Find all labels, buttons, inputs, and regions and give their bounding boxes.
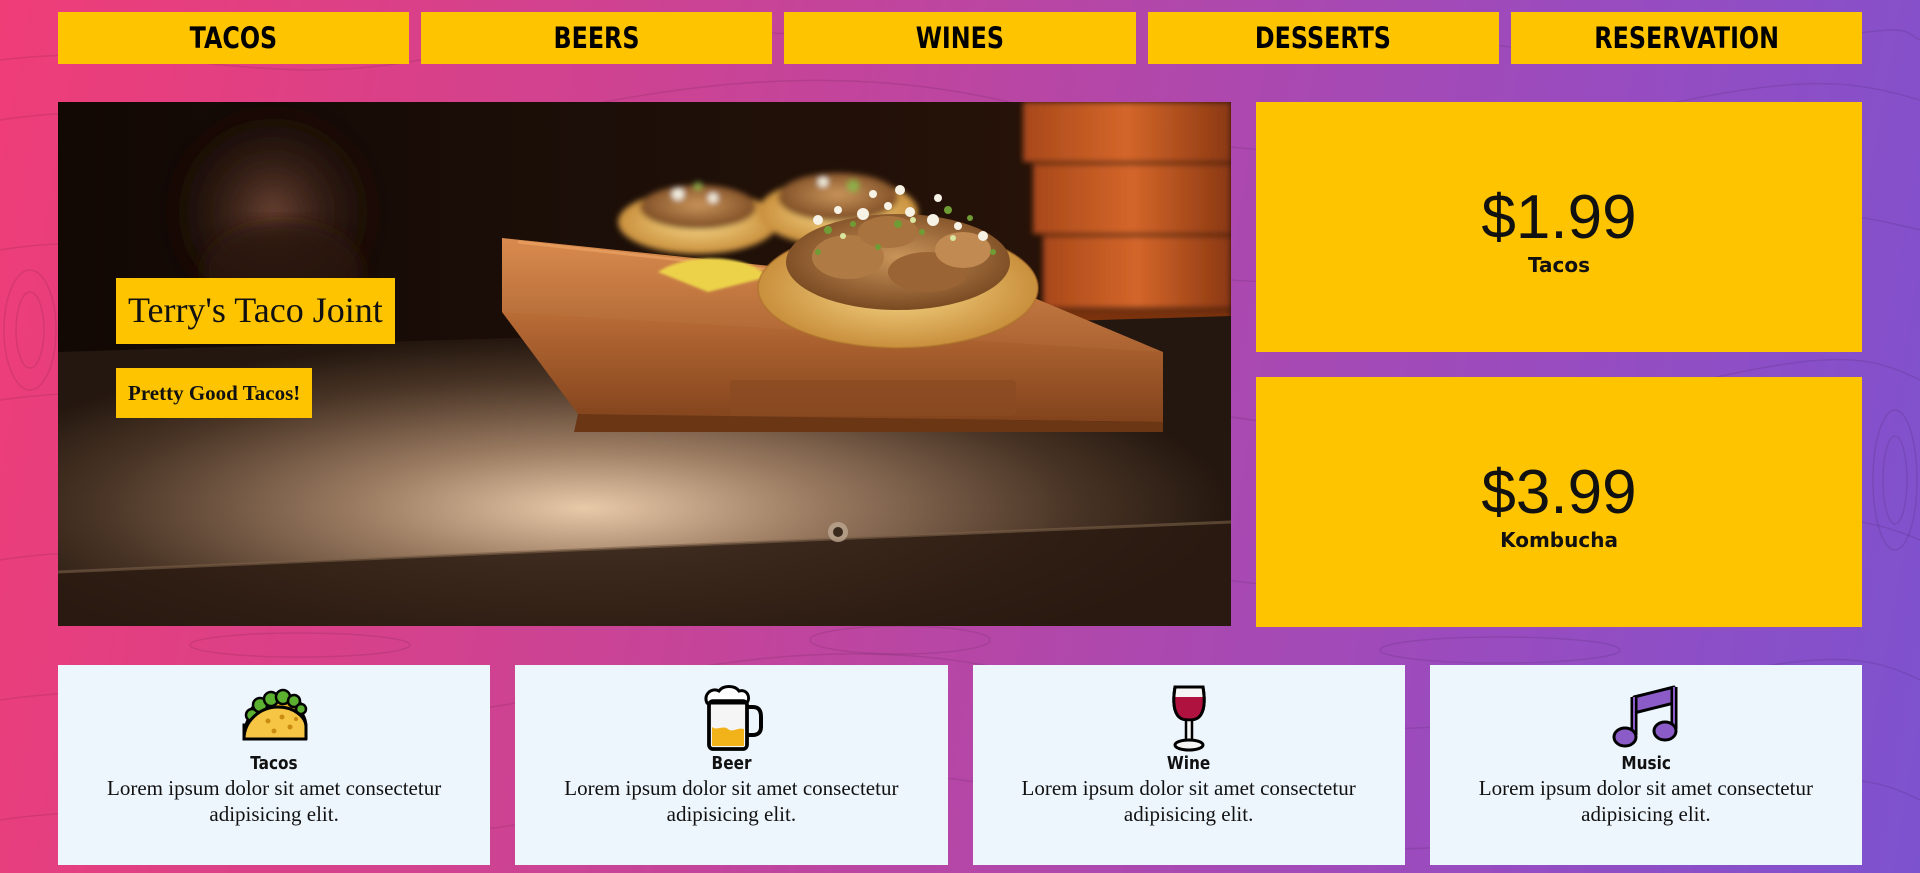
price-card-kombucha: $3.99 Kombucha	[1256, 377, 1862, 627]
hero-photo	[58, 102, 1231, 626]
nav-item-reservation[interactable]: RESERVATION	[1510, 12, 1863, 64]
nav-item-beers[interactable]: BEERS	[421, 12, 773, 64]
nav-item-tacos[interactable]: TACOS	[58, 12, 410, 64]
hero-subtitle: Pretty Good Tacos!	[116, 368, 313, 418]
feature-title: Tacos	[250, 753, 298, 774]
nav-item-wines[interactable]: WINES	[784, 12, 1136, 64]
feature-title: Beer	[711, 753, 752, 774]
hero-title: Terry's Taco Joint	[116, 278, 395, 344]
price-card-tacos: $1.99 Tacos	[1256, 102, 1862, 352]
feature-description: Lorem ipsum dolor sit amet consectetur a…	[107, 776, 442, 826]
price-value: $1.99	[1481, 183, 1637, 252]
price-label: Tacos	[1527, 253, 1591, 277]
feature-title: Wine	[1166, 753, 1211, 774]
feature-card-music: Music Lorem ipsum dolor sit amet consect…	[1429, 665, 1862, 865]
feature-description: Lorem ipsum dolor sit amet consectetur a…	[1478, 776, 1813, 826]
price-value: $3.99	[1481, 458, 1637, 527]
main-nav: TACOS BEERS WINES DESSERTS RESERVATION	[58, 12, 1863, 64]
nav-item-label: DESSERTS	[1255, 21, 1392, 55]
nav-item-label: RESERVATION	[1594, 21, 1779, 55]
feature-description: Lorem ipsum dolor sit amet consectetur a…	[1021, 776, 1356, 826]
taco-icon	[242, 688, 308, 741]
nav-item-label: BEERS	[553, 21, 640, 55]
nav-item-label: WINES	[915, 21, 1005, 55]
price-label: Kombucha	[1500, 528, 1618, 552]
hero-banner: Terry's Taco Joint Pretty Good Tacos!	[58, 102, 1231, 626]
wine-icon	[1171, 685, 1206, 752]
feature-description: Lorem ipsum dolor sit amet consectetur a…	[564, 776, 899, 826]
nav-item-desserts[interactable]: DESSERTS	[1147, 12, 1499, 64]
feature-card-wine: Wine Lorem ipsum dolor sit amet consecte…	[972, 665, 1405, 865]
features-row: Tacos Lorem ipsum dolor sit amet consect…	[58, 665, 1862, 865]
feature-card-tacos: Tacos Lorem ipsum dolor sit amet consect…	[58, 665, 491, 865]
feature-title: Music	[1621, 753, 1671, 774]
feature-card-beer: Beer Lorem ipsum dolor sit amet consecte…	[515, 665, 948, 865]
nav-item-label: TACOS	[189, 21, 278, 55]
beer-icon	[704, 685, 764, 751]
music-icon	[1612, 685, 1678, 748]
